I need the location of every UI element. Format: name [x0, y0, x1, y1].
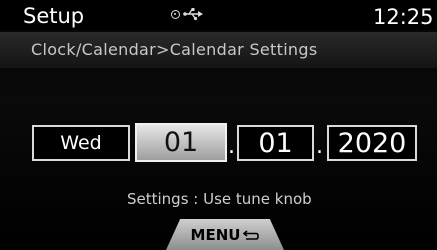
weekday-field[interactable]: Wed [32, 125, 130, 161]
return-icon [243, 229, 260, 240]
month-field[interactable]: 01 [237, 125, 314, 161]
usb-icon [183, 8, 203, 21]
weekday-value: Wed [60, 132, 102, 154]
menu-button[interactable]: MENU [166, 219, 284, 250]
clock: 12:25 [373, 5, 434, 29]
year-field[interactable]: 2020 [327, 125, 417, 161]
month-value: 01 [258, 127, 293, 159]
status-bar: Setup 12:25 [0, 0, 437, 30]
day-field-selected[interactable]: 01 [135, 123, 227, 162]
settings-hint: Settings : Use tune knob [127, 190, 312, 208]
year-value: 2020 [337, 127, 407, 159]
screen-title: Setup [23, 4, 85, 28]
setup-screen: Setup 12:25 Clock/Calendar>Calendar Sett… [0, 0, 437, 250]
menu-label: MENU [190, 225, 241, 244]
day-value: 01 [163, 127, 199, 158]
breadcrumb: Clock/Calendar>Calendar Settings [31, 40, 318, 59]
disc-icon [171, 10, 180, 19]
date-separator: . [316, 134, 323, 159]
date-separator: . [228, 134, 235, 159]
